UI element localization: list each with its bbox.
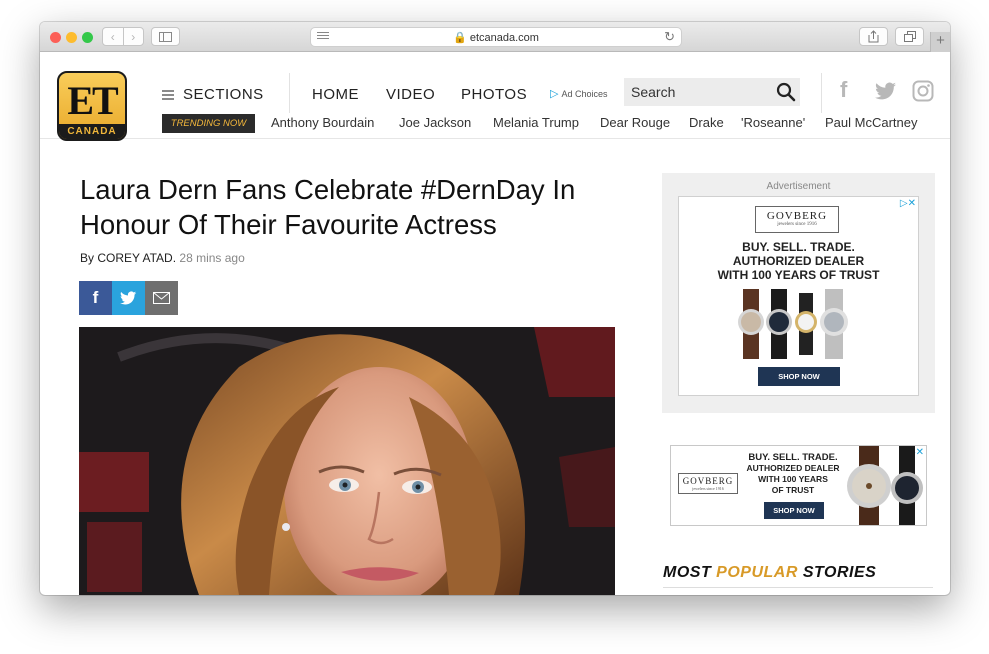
laura-dern-photo: [79, 327, 615, 595]
hamburger-icon: [162, 88, 174, 102]
govberg-brand: GOVBERG: [682, 476, 734, 486]
trending-link[interactable]: Melania Trump: [493, 115, 579, 130]
ad-line: BUY. SELL. TRADE.: [748, 452, 838, 463]
trending-link[interactable]: Drake: [689, 115, 724, 130]
sections-label: SECTIONS: [183, 86, 264, 103]
share-button[interactable]: [859, 27, 888, 46]
ad-line: WITH 100 YEARS: [758, 474, 828, 484]
facebook-share-button[interactable]: f: [79, 281, 112, 315]
search-icon[interactable]: [776, 82, 796, 102]
shop-now-button[interactable]: SHOP NOW: [764, 502, 824, 519]
ad-line: OF TRUST: [771, 485, 815, 495]
govberg-logo: GOVBERG jewelers since 1916: [678, 473, 738, 494]
mail-icon: [153, 292, 170, 304]
et-canada-logo[interactable]: ET CANADA: [57, 71, 127, 141]
url-label: etcanada.com: [469, 32, 539, 44]
advertisement-label: Advertisement: [766, 181, 831, 192]
trending-link[interactable]: Joe Jackson: [399, 115, 471, 130]
author-link[interactable]: COREY ATAD.: [97, 251, 176, 265]
back-icon[interactable]: ‹: [103, 28, 123, 45]
ad-copy: BUY. SELL. TRADE. AUTHORIZED DEALER WITH…: [745, 452, 841, 496]
govberg-tagline: jewelers since 1916: [777, 222, 817, 227]
watches-image: [738, 289, 848, 359]
govberg-tagline: jewelers since 1916: [692, 486, 724, 491]
history-navigation: ‹ ›: [102, 27, 144, 46]
search-input[interactable]: Search: [631, 84, 675, 100]
new-tab-button[interactable]: +: [930, 32, 950, 52]
sidebar-toggle-button[interactable]: [151, 27, 180, 46]
advertisement-box: Advertisement ▷✕ GOVBERG jewelers since …: [662, 173, 935, 413]
govberg-ad-large[interactable]: ▷✕ GOVBERG jewelers since 1916 BUY. SELL…: [678, 196, 919, 396]
sidebar-icon: [159, 31, 172, 42]
ad-choices-link[interactable]: ▷ Ad Choices: [550, 87, 608, 100]
share-buttons: f: [79, 281, 178, 315]
sections-menu-button[interactable]: SECTIONS: [162, 86, 264, 103]
trending-link[interactable]: Paul McCartney: [825, 115, 917, 130]
reload-icon[interactable]: ↻: [664, 29, 675, 45]
twitter-icon[interactable]: [875, 82, 897, 100]
zoom-window-button[interactable]: [82, 32, 93, 43]
popular-accent: POPULAR: [716, 564, 798, 581]
trending-link[interactable]: Dear Rouge: [600, 115, 670, 130]
nav-photos[interactable]: PHOTOS: [461, 86, 527, 103]
govberg-logo: GOVBERG jewelers since 1916: [755, 206, 839, 233]
ad-line: AUTHORIZED DEALER: [746, 463, 840, 473]
ad-line: BUY. SELL. TRADE.: [742, 240, 855, 254]
logo-et-text: ET: [67, 78, 118, 123]
govberg-brand: GOVBERG: [766, 210, 828, 222]
facebook-icon: f: [92, 288, 99, 307]
ad-line: WITH 100 YEARS OF TRUST: [717, 268, 880, 282]
ad-choices-icon[interactable]: ▷✕: [900, 198, 916, 209]
article-byline: By COREY ATAD. 28 mins ago: [80, 251, 245, 265]
browser-window: ‹ › 🔒 etcanada.com ↻ + ET CANADA SECTION…: [40, 22, 950, 595]
trending-link[interactable]: 'Roseanne': [741, 115, 805, 130]
ad-choices-label: Ad Choices: [561, 88, 608, 99]
watches-image: [847, 446, 923, 525]
lock-icon: 🔒: [453, 32, 467, 44]
ad-choices-icon: ▷: [550, 88, 559, 100]
browser-toolbar: ‹ › 🔒 etcanada.com ↻ +: [40, 22, 950, 52]
nav-home[interactable]: HOME: [312, 86, 359, 103]
twitter-icon: [120, 291, 137, 305]
article-hero-image[interactable]: [79, 327, 615, 595]
article-time: 28 mins ago: [179, 251, 245, 265]
logo-canada-text: CANADA: [59, 124, 125, 139]
instagram-icon[interactable]: [912, 80, 934, 102]
address-text[interactable]: 🔒 etcanada.com: [311, 31, 681, 44]
tabs-overview-button[interactable]: [895, 27, 924, 46]
forward-icon[interactable]: ›: [122, 28, 144, 45]
header-divider: [821, 73, 822, 113]
ad-line: AUTHORIZED DEALER: [732, 254, 865, 268]
email-share-button[interactable]: [145, 281, 178, 315]
popular-divider: [663, 587, 933, 588]
nav-video[interactable]: VIDEO: [386, 86, 435, 103]
minimize-window-button[interactable]: [66, 32, 77, 43]
popular-prefix: MOST: [663, 564, 712, 581]
govberg-ad-small[interactable]: ▷✕ GOVBERG jewelers since 1916 BUY. SELL…: [670, 445, 927, 526]
share-icon: [868, 30, 879, 43]
byline-prefix: By: [80, 251, 95, 265]
most-popular-heading: MOST POPULAR STORIES: [663, 564, 876, 582]
article-headline: Laura Dern Fans Celebrate #DernDay In Ho…: [80, 174, 576, 240]
close-window-button[interactable]: [50, 32, 61, 43]
facebook-icon[interactable]: f: [840, 77, 847, 103]
shop-now-button[interactable]: SHOP NOW: [758, 367, 840, 386]
header-divider: [289, 73, 290, 113]
trending-now-badge: TRENDING NOW: [162, 114, 255, 133]
search-field[interactable]: Search: [624, 78, 800, 106]
address-bar[interactable]: 🔒 etcanada.com ↻: [310, 27, 682, 47]
ad-copy: BUY. SELL. TRADE. AUTHORIZED DEALER WITH…: [679, 240, 918, 282]
twitter-share-button[interactable]: [112, 281, 145, 315]
trending-link[interactable]: Anthony Bourdain: [271, 115, 374, 130]
site-header: ET CANADA SECTIONS HOME VIDEO PHOTOS ▷ A…: [40, 53, 950, 141]
popular-suffix: STORIES: [802, 564, 877, 581]
tabs-icon: [903, 31, 916, 42]
